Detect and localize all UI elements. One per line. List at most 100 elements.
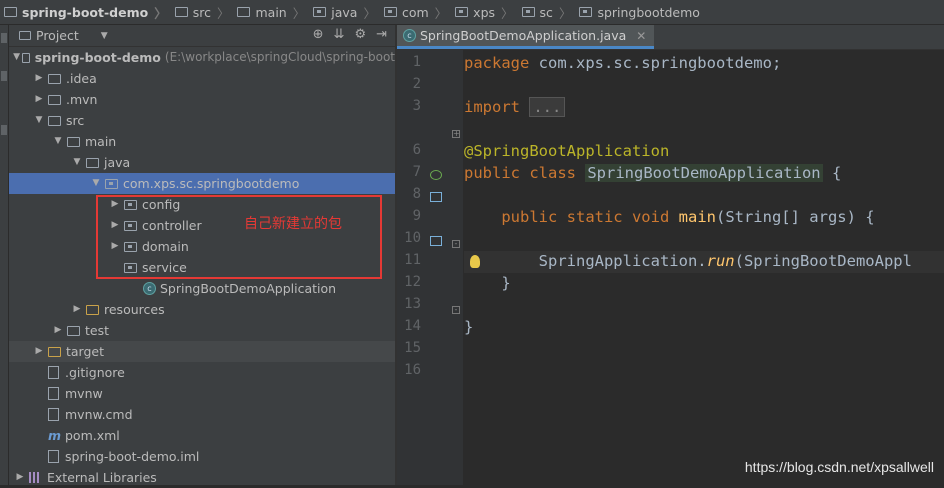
locate-icon[interactable]: ⊕ (313, 27, 324, 42)
breadcrumb-item[interactable]: java 〉 (309, 0, 380, 24)
hide-icon[interactable]: ⇥ (376, 27, 387, 42)
fold-minus-icon[interactable]: - (452, 240, 460, 248)
code-brace: } (501, 274, 511, 292)
expand-down-icon[interactable]: ▼ (13, 47, 20, 68)
folder-source-icon (86, 157, 99, 168)
tab-springbootdemoapplication[interactable]: c SpringBootDemoApplication.java ✕ (397, 25, 655, 49)
tree-item[interactable]: c SpringBootDemoApplication (9, 278, 395, 299)
left-tool-strip[interactable] (0, 25, 9, 485)
code-annotation: @SpringBootApplication (464, 142, 670, 160)
tree-item[interactable]: mvnw.cmd (9, 404, 395, 425)
separator-icon: 〉 (501, 5, 514, 21)
project-tool-button[interactable] (1, 33, 7, 43)
breadcrumb-item[interactable]: sc 〉 (518, 0, 576, 24)
folded-imports[interactable]: ... (529, 97, 566, 117)
expand-down-icon[interactable]: ▼ (51, 131, 65, 152)
line-number: 1 (412, 54, 421, 70)
tree-item[interactable]: mvnw (9, 383, 395, 404)
expand-right-icon[interactable]: ▶ (32, 341, 46, 362)
navigation-breadcrumb: spring-boot-demo 〉 src 〉 main 〉 java 〉 com 〉 xps 〉 s… (0, 0, 944, 25)
code-class-name: SpringBootDemoApplication (585, 164, 823, 182)
tree-item[interactable]: ▼ spring-boot-demo (E:\workplace\springClo… (9, 47, 395, 68)
tree-item[interactable]: .gitignore (9, 362, 395, 383)
folder-module-icon (22, 52, 30, 63)
breadcrumb-item[interactable]: com 〉 (380, 0, 451, 24)
fold-plus-icon[interactable]: + (452, 130, 460, 138)
watermark-url: https://blog.csdn.net/xpsallwell (744, 459, 934, 475)
line-number: 13 (404, 296, 421, 312)
tree-item-label: .mvn (66, 92, 98, 107)
breadcrumb-item[interactable]: xps 〉 (451, 0, 517, 24)
breadcrumb-label: main (255, 4, 287, 20)
code-text: SpringApplication. (538, 252, 707, 270)
tree-item[interactable]: ▶ resources (9, 299, 395, 320)
breadcrumb-item[interactable]: main 〉 (233, 0, 309, 24)
folder-icon (48, 115, 61, 126)
tree-item-label: SpringBootDemoApplication (160, 281, 337, 296)
expand-right-icon[interactable]: ▶ (32, 68, 46, 89)
line-number: 6 (412, 142, 421, 158)
folder-icon (174, 7, 188, 17)
code-text: com.xps.sc.springbootdemo; (529, 54, 782, 72)
package-icon (105, 178, 118, 189)
breadcrumb-label: com (401, 4, 429, 20)
tree-item-path: (E:\workplace\springCloud\spring-boot (164, 50, 395, 64)
code-method-name: main (678, 208, 716, 226)
tree-item[interactable]: ▶ target (9, 341, 395, 362)
expand-right-icon[interactable]: ▶ (32, 89, 46, 110)
tree-item[interactable]: ▼ com.xps.sc.springbootdemo (9, 173, 395, 194)
file-icon (48, 450, 59, 463)
structure-tool-button[interactable] (1, 71, 7, 81)
tree-item[interactable]: ▼ java (9, 152, 395, 173)
folder-icon (521, 7, 535, 17)
line-number: 7 (412, 164, 421, 180)
tree-item[interactable]: ▶ .idea (9, 68, 395, 89)
run-method-icon[interactable] (430, 236, 442, 246)
tree-item-label: .gitignore (65, 365, 125, 380)
line-number: 15 (404, 340, 421, 356)
code-text: (String[] args) { (715, 208, 875, 226)
expand-down-icon[interactable]: ▼ (32, 110, 46, 131)
folder-icon (67, 136, 80, 147)
code-method-call: run (706, 252, 735, 270)
breadcrumb-item[interactable]: src 〉 (171, 0, 234, 24)
separator-icon: 〉 (434, 5, 448, 21)
close-icon[interactable]: ✕ (636, 29, 646, 43)
tree-item-label: resources (104, 302, 165, 317)
separator-icon: 〉 (558, 5, 572, 21)
collapse-icon[interactable]: ⇊ (334, 27, 345, 42)
spring-bean-icon[interactable] (430, 170, 442, 180)
favorites-tool-button[interactable] (1, 125, 7, 135)
editor-tab-bar: c SpringBootDemoApplication.java ✕ (397, 25, 944, 50)
tree-item[interactable]: m pom.xml (9, 425, 395, 446)
editor-gutter: 1 2 3 6 7 8 9 10 11 12 13 14 15 16 + - - (397, 50, 463, 485)
breadcrumb-item[interactable]: springbootdemo (575, 0, 702, 24)
tree-item[interactable]: ▶ test (9, 320, 395, 341)
project-title: Project (36, 28, 79, 43)
run-class-icon[interactable] (430, 192, 442, 202)
expand-right-icon[interactable]: ▶ (70, 299, 84, 320)
code-brace: } (464, 318, 474, 336)
tree-item-label: spring-boot-demo (34, 50, 161, 65)
tree-item-label: src (66, 113, 85, 128)
gear-icon[interactable]: ⚙ (354, 27, 366, 42)
project-view-selector[interactable]: Project ▼ (19, 28, 108, 43)
tree-item[interactable]: ▼ src (9, 110, 395, 131)
annotation-text: 自己新建立的包 (244, 216, 342, 232)
folder-icon (48, 73, 61, 84)
expand-right-icon[interactable]: ▶ (51, 320, 65, 341)
tree-item[interactable]: ▶ .mvn (9, 89, 395, 110)
code-area[interactable]: package com.xps.sc.springbootdemo; impor… (464, 50, 944, 485)
tree-item-label: target (66, 344, 105, 359)
spring-class-icon: c (143, 282, 156, 295)
tree-item[interactable]: spring-boot-demo.iml (9, 446, 395, 467)
tree-item-label: pom.xml (65, 428, 120, 443)
fold-minus-icon[interactable]: - (452, 306, 460, 314)
expand-down-icon[interactable]: ▼ (70, 152, 84, 173)
tree-item[interactable]: ▼ main (9, 131, 395, 152)
separator-icon: 〉 (363, 5, 376, 21)
expand-down-icon[interactable]: ▼ (89, 173, 103, 194)
folder-icon (313, 7, 327, 17)
breadcrumb-item[interactable]: spring-boot-demo 〉 (0, 0, 171, 24)
tree-item-label: java (104, 155, 131, 170)
